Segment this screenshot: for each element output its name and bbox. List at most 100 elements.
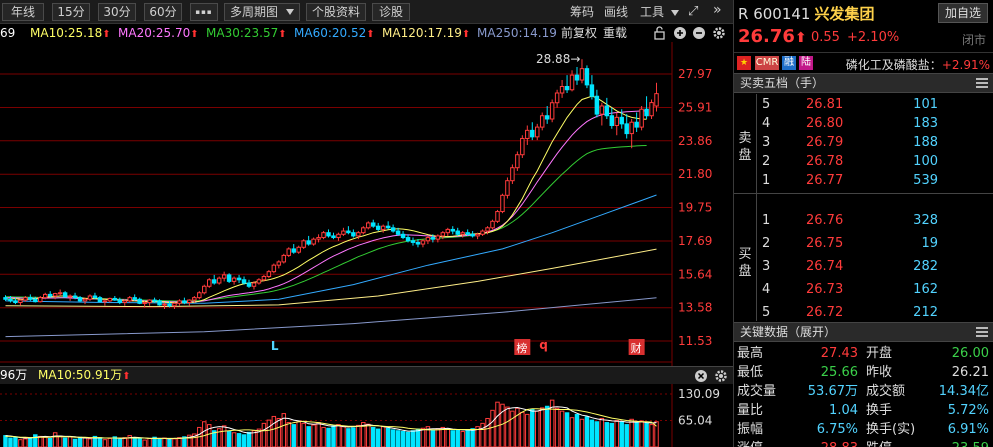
candle-body[interactable] <box>639 108 644 128</box>
volume-bar[interactable] <box>301 422 306 447</box>
volume-bar[interactable] <box>137 438 142 447</box>
candle-body[interactable] <box>584 68 590 86</box>
candle-body[interactable] <box>410 240 416 243</box>
candle-body[interactable] <box>127 297 132 302</box>
volume-bar[interactable] <box>236 433 242 447</box>
candle-body[interactable] <box>530 129 535 138</box>
candle-body[interactable] <box>500 194 505 213</box>
sell-level-row[interactable]: 4 26.80 183 <box>756 114 993 133</box>
volume-bar[interactable] <box>346 428 351 447</box>
add-watchlist-button[interactable]: 加自选 <box>938 3 988 23</box>
volume-bar[interactable] <box>331 425 336 447</box>
candle-body[interactable] <box>415 241 421 245</box>
volume-bar[interactable] <box>43 436 48 447</box>
volume-bar[interactable] <box>440 426 446 447</box>
volume-bar[interactable] <box>162 437 167 447</box>
candle-body[interactable] <box>614 116 619 126</box>
settings-gear-icon[interactable] <box>713 27 725 39</box>
volume-bar[interactable] <box>28 437 33 447</box>
candle-body[interactable] <box>629 121 634 135</box>
candle-body[interactable] <box>445 228 451 234</box>
collapse-panel-icon[interactable]: » <box>713 2 722 18</box>
candle-body[interactable] <box>23 297 28 301</box>
volume-bar[interactable] <box>261 422 267 447</box>
candle-body[interactable] <box>574 74 580 81</box>
volume-bar[interactable] <box>336 424 341 447</box>
volume-bar[interactable] <box>420 427 426 447</box>
candle-body[interactable] <box>286 248 291 256</box>
candle-body[interactable] <box>132 297 137 300</box>
candle-body[interactable] <box>460 232 465 235</box>
volume-bar[interactable] <box>18 439 23 447</box>
volume-bar[interactable] <box>157 438 162 447</box>
volume-bar[interactable] <box>445 428 451 447</box>
volume-bar[interactable] <box>525 413 530 447</box>
candle-body[interactable] <box>256 279 262 284</box>
volume-bar[interactable] <box>395 430 401 447</box>
candle-body[interactable] <box>8 298 13 302</box>
candle-body[interactable] <box>221 274 227 279</box>
volume-bar[interactable] <box>8 437 13 447</box>
candle-body[interactable] <box>649 102 654 117</box>
candle-body[interactable] <box>197 292 202 299</box>
candle-body[interactable] <box>311 238 316 245</box>
volume-settings-gear-icon[interactable] <box>715 370 727 382</box>
sell-level-row[interactable]: 1 26.77 539 <box>756 171 993 190</box>
candle-body[interactable] <box>142 302 147 305</box>
volume-bar[interactable] <box>102 439 108 447</box>
candle-body[interactable] <box>87 295 93 300</box>
volume-bar[interactable] <box>177 437 182 447</box>
volume-bar[interactable] <box>554 407 560 447</box>
volume-bar[interactable] <box>62 437 68 447</box>
candle-body[interactable] <box>192 297 197 301</box>
volume-bar[interactable] <box>226 431 232 447</box>
volume-bar[interactable] <box>599 417 605 447</box>
volume-bar[interactable] <box>142 439 147 447</box>
candle-body[interactable] <box>420 240 426 245</box>
candle-body[interactable] <box>579 68 585 81</box>
volume-bar[interactable] <box>435 428 441 447</box>
volume-bar[interactable] <box>405 431 411 447</box>
candle-body[interactable] <box>624 123 629 135</box>
volume-bar[interactable] <box>87 438 93 447</box>
candle-body[interactable] <box>465 232 470 235</box>
candle-body[interactable] <box>33 298 38 303</box>
candle-body[interactable] <box>306 240 311 245</box>
volume-bar[interactable] <box>375 428 381 447</box>
candle-body[interactable] <box>559 86 565 94</box>
candle-body[interactable] <box>112 297 118 301</box>
candle-body[interactable] <box>187 299 192 304</box>
candle-body[interactable] <box>341 230 346 235</box>
orderbook-header[interactable]: 买卖五档（手） <box>734 73 993 93</box>
chip-button[interactable]: 筹码 <box>570 4 594 20</box>
volume-bar[interactable] <box>455 429 460 447</box>
candle-body[interactable] <box>92 295 98 299</box>
volume-bar[interactable] <box>3 435 8 447</box>
candle-body[interactable] <box>549 102 555 120</box>
candle-body[interactable] <box>157 300 162 306</box>
volume-bar[interactable] <box>132 437 137 447</box>
candle-body[interactable] <box>316 237 321 240</box>
volume-bar[interactable] <box>296 421 301 447</box>
candle-body[interactable] <box>177 300 182 304</box>
candle-body[interactable] <box>390 227 396 232</box>
candle-body[interactable] <box>261 276 267 281</box>
volume-bar[interactable] <box>535 410 540 447</box>
candle-body[interactable] <box>435 235 441 240</box>
candle-body[interactable] <box>72 295 78 299</box>
volume-bar[interactable] <box>559 410 565 447</box>
candle-body[interactable] <box>371 222 376 227</box>
candle-body[interactable] <box>385 225 391 229</box>
candle-body[interactable] <box>495 211 500 222</box>
volume-bar[interactable] <box>584 416 590 447</box>
candle-body[interactable] <box>331 235 336 239</box>
candle-body[interactable] <box>77 297 83 302</box>
volume-bar[interactable] <box>619 421 624 447</box>
candle-body[interactable] <box>599 105 605 115</box>
volume-bar[interactable] <box>604 422 610 447</box>
volume-bar[interactable] <box>460 431 465 447</box>
close-icon[interactable] <box>695 370 707 382</box>
multi-period-dropdown[interactable]: 多周期图 <box>224 3 300 21</box>
buy-level-row[interactable]: 4 26.73 162 <box>756 280 993 299</box>
candle-body[interactable] <box>47 293 53 297</box>
